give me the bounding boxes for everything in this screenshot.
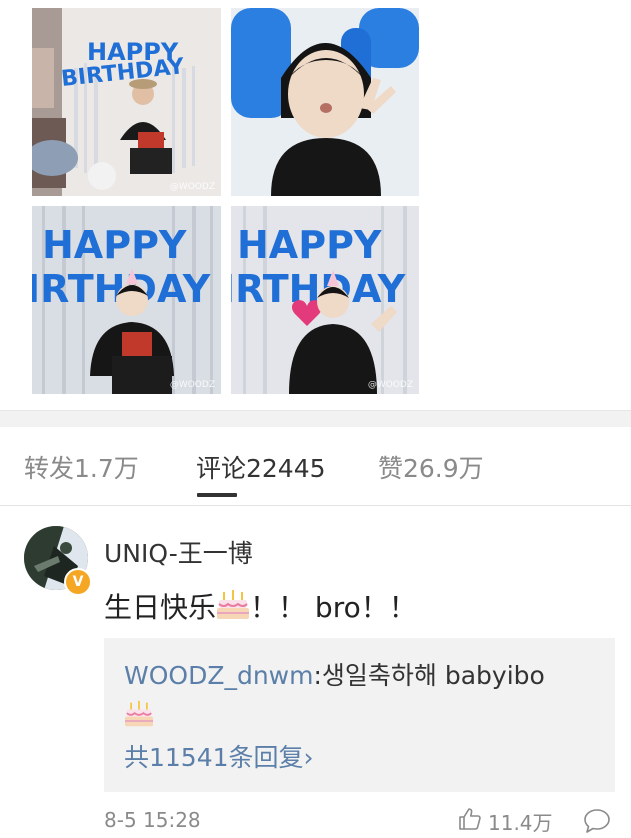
comment-username[interactable]: UNIQ-王一博 [104, 534, 253, 570]
birthday-cake-icon [216, 589, 250, 628]
post-photo-grid: HAPPY BIRTHDAY @WOODZ HAPPY @WOODZ HAPPY… [0, 0, 631, 410]
post-photo-4[interactable]: HAPPY IRTHDAY @WOODZ [231, 206, 419, 394]
reply-text: 생일축하해 babyibo [321, 661, 545, 690]
reply-count-label: 共11541条回复 [124, 743, 304, 772]
svg-text:HAPPY: HAPPY [42, 223, 187, 267]
comment-text: 生日快乐 ！！ bro！！ [104, 586, 417, 628]
like-button[interactable]: 11.4万 [458, 806, 553, 836]
svg-text:HAPPY: HAPPY [237, 223, 382, 267]
active-tab-indicator [197, 493, 237, 497]
reply-username[interactable]: WOODZ_dnwm [124, 661, 313, 690]
comment-text-part1: 生日快乐 [104, 591, 217, 624]
reply-preview-box[interactable]: WOODZ_dnwm:생일축하해 babyibo 共11541条回复› [104, 638, 615, 792]
chevron-right-icon: › [303, 743, 314, 772]
photo-watermark: @WOODZ [169, 380, 215, 390]
tab-likes[interactable]: 赞26.9万 [378, 449, 484, 485]
photo-watermark: @WOODZ [169, 182, 215, 192]
view-all-replies-link[interactable]: 共11541条回复› [124, 738, 314, 774]
comment-text-part2: ！！ bro！！ [250, 591, 417, 624]
birthday-cake-icon [124, 700, 154, 740]
post-photo-3[interactable]: HAPPY IRTHDAY @WOODZ [32, 206, 221, 394]
tab-comments[interactable]: 评论22445 [196, 449, 326, 485]
reply-preview: WOODZ_dnwm:생일축하해 babyibo [124, 656, 604, 740]
post-photo-1[interactable]: HAPPY BIRTHDAY @WOODZ [32, 8, 221, 196]
reply-separator: : [313, 661, 322, 690]
comment-reply-icon[interactable] [583, 808, 611, 838]
section-divider [0, 410, 631, 427]
like-count: 11.4万 [488, 810, 553, 835]
photo-watermark: @WOODZ [367, 380, 413, 390]
comment-timestamp: 8-5 15:28 [104, 808, 201, 832]
thumbs-up-icon [458, 807, 482, 835]
comment-item: V UNIQ-王一博 生日快乐 ！！ bro！！ WOODZ_dnwm:생일축하… [0, 506, 631, 836]
interaction-tabs: 转发1.7万 评论22445 赞26.9万 [0, 427, 631, 506]
verified-badge: V [64, 568, 92, 596]
post-photo-2[interactable] [231, 8, 419, 196]
tab-repost[interactable]: 转发1.7万 [24, 449, 139, 485]
